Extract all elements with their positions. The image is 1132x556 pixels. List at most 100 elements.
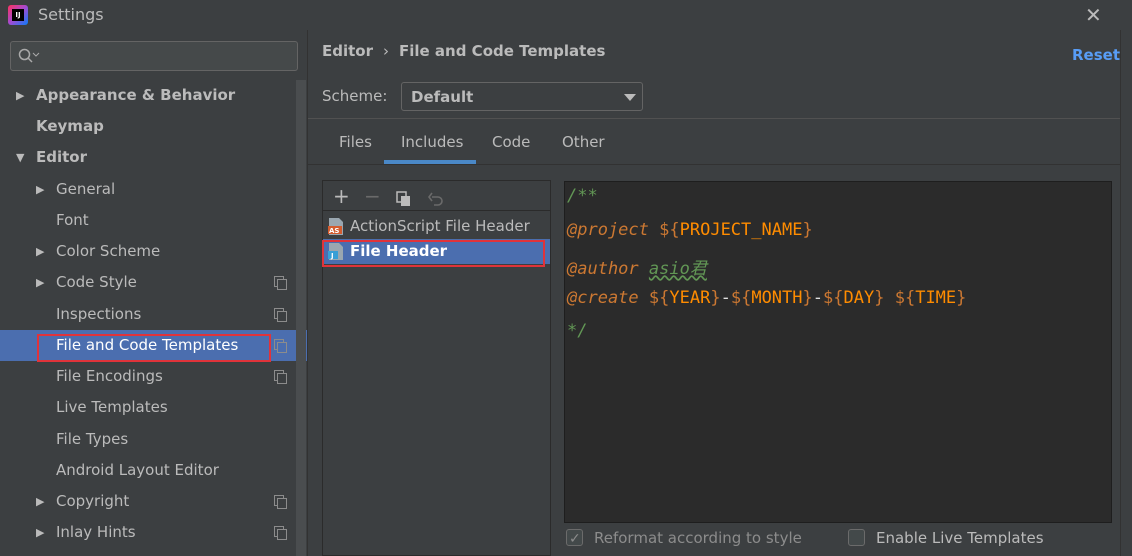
project-level-icon <box>274 339 287 353</box>
right-scrollbar[interactable] <box>1120 30 1132 556</box>
sidebar-item-file-types[interactable]: File Types <box>0 424 307 455</box>
close-icon[interactable]: ✕ <box>1085 3 1102 27</box>
code-token: YEAR <box>669 288 711 308</box>
sidebar-item-label: Color Scheme <box>56 242 161 260</box>
copy-icon <box>396 191 410 206</box>
expand-right-icon[interactable]: ▶ <box>16 80 24 111</box>
tab-includes[interactable]: Includes <box>401 133 463 151</box>
code-token: PROJECT_NAME <box>679 220 803 240</box>
revert-template-button[interactable] <box>428 188 444 212</box>
code-line: @project ${PROJECT_NAME} <box>567 220 813 240</box>
sidebar-item-label: Appearance & Behavior <box>36 86 236 104</box>
sidebar-item-appearance-behavior[interactable]: ▶ Appearance & Behavior <box>0 80 307 111</box>
code-token: ${ <box>730 288 752 308</box>
undo-icon <box>428 192 443 206</box>
sidebar-item-label: Android Layout Editor <box>56 461 219 479</box>
live-templates-checkbox[interactable] <box>848 529 865 546</box>
code-line: /** <box>567 186 598 206</box>
code-token: } <box>802 288 813 308</box>
project-level-icon <box>274 276 287 290</box>
sidebar-item-font[interactable]: Font <box>0 205 307 236</box>
project-level-icon <box>274 308 287 322</box>
tab-code[interactable]: Code <box>492 133 530 151</box>
code-token: ${ <box>648 288 670 308</box>
sidebar-item-inlay-hints[interactable]: ▶ Inlay Hints <box>0 517 307 548</box>
code-line: */ <box>567 321 587 341</box>
breadcrumb-parent[interactable]: Editor <box>322 42 373 60</box>
project-level-icon <box>274 370 287 384</box>
expand-right-icon[interactable]: ▶ <box>36 267 44 298</box>
sidebar-item-file-encodings[interactable]: File Encodings <box>0 361 307 392</box>
reformat-checkbox[interactable] <box>566 528 583 550</box>
code-token: asio君 <box>648 259 707 279</box>
sidebar-item-label: Editor <box>36 148 87 166</box>
expand-right-icon[interactable]: ▶ <box>36 486 44 517</box>
tab-files[interactable]: Files <box>339 133 372 151</box>
expand-right-icon[interactable]: ▶ <box>36 236 44 267</box>
expand-down-icon[interactable]: ▼ <box>16 142 24 173</box>
code-line: @create ${YEAR}-${MONTH}-${DAY} ${TIME} <box>567 288 966 308</box>
highlight-box <box>322 240 545 267</box>
templates-list-panel: + − AS ActionScript File Header J File H… <box>322 180 551 556</box>
tab-other[interactable]: Other <box>562 133 605 151</box>
code-token: /** <box>567 186 598 206</box>
sidebar-item-keymap[interactable]: Keymap <box>0 111 307 142</box>
sidebar-item-copyright[interactable]: ▶ Copyright <box>0 486 307 517</box>
search-input[interactable] <box>10 41 298 71</box>
sidebar-item-label: Inspections <box>56 305 142 323</box>
code-token: } <box>956 288 967 308</box>
search-icon <box>18 48 40 63</box>
sidebar-item-label: General <box>56 180 116 198</box>
sidebar-item-general[interactable]: ▶ General <box>0 174 307 205</box>
template-item[interactable]: AS ActionScript File Header <box>323 214 550 239</box>
sidebar-item-label: Keymap <box>36 117 104 135</box>
expand-right-icon[interactable]: ▶ <box>36 174 44 205</box>
code-token: DAY <box>843 288 875 308</box>
code-token: */ <box>567 321 588 341</box>
sidebar-item-android-layout-editor[interactable]: Android Layout Editor <box>0 455 307 486</box>
sidebar-item-code-style[interactable]: ▶ Code Style <box>0 267 307 298</box>
reset-link[interactable]: Reset <box>1072 46 1120 64</box>
title-bar: IJ Settings ✕ <box>0 0 1132 30</box>
actionscript-file-icon: AS <box>328 218 343 235</box>
copy-template-button[interactable] <box>396 188 412 212</box>
sidebar-item-label: Code Style <box>56 273 137 291</box>
template-code-editor[interactable]: /** @project ${PROJECT_NAME} @author asio君… <box>564 181 1112 523</box>
sidebar-item-label: File Types <box>56 430 129 448</box>
remove-template-button[interactable]: − <box>364 184 381 208</box>
sidebar-item-label: Copyright <box>56 492 130 510</box>
sidebar-item-color-scheme[interactable]: ▶ Color Scheme <box>0 236 307 267</box>
window-title: Settings <box>38 5 104 24</box>
breadcrumb: Editor › File and Code Templates <box>322 42 605 60</box>
active-tab-indicator <box>384 160 476 164</box>
sidebar-item-label: Live Templates <box>56 398 168 416</box>
scheme-select[interactable]: Default <box>401 82 643 111</box>
expand-right-icon[interactable]: ▶ <box>36 517 44 548</box>
templates-toolbar: + − <box>323 181 550 211</box>
code-token: - <box>720 288 731 308</box>
code-token: @author <box>567 259 639 279</box>
add-template-button[interactable]: + <box>333 184 350 208</box>
code-token: } <box>874 288 885 308</box>
sidebar-scrollbar[interactable] <box>296 80 306 556</box>
breadcrumb-current: File and Code Templates <box>399 42 606 60</box>
intellij-app-icon: IJ <box>8 5 28 25</box>
svg-text:AS: AS <box>329 227 339 235</box>
sidebar-item-live-templates[interactable]: Live Templates <box>0 392 307 423</box>
sidebar-item-label: Font <box>56 211 89 229</box>
code-line: @author asio君 <box>567 254 707 279</box>
code-token: @project <box>567 220 649 240</box>
live-templates-label: Enable Live Templates <box>876 529 1044 547</box>
settings-sidebar: ▶ Appearance & Behavior Keymap ▼ Editor ▶ Gene… <box>0 30 307 556</box>
chevron-down-icon <box>624 94 636 101</box>
code-token: ${ <box>894 288 916 308</box>
sidebar-item-inspections[interactable]: Inspections <box>0 299 307 330</box>
sidebar-item-label: Inlay Hints <box>56 523 136 541</box>
highlight-box <box>37 334 271 362</box>
sidebar-item-editor[interactable]: ▼ Editor <box>0 142 307 173</box>
reformat-label: Reformat according to style <box>594 529 802 547</box>
code-token: ${ <box>823 288 844 308</box>
